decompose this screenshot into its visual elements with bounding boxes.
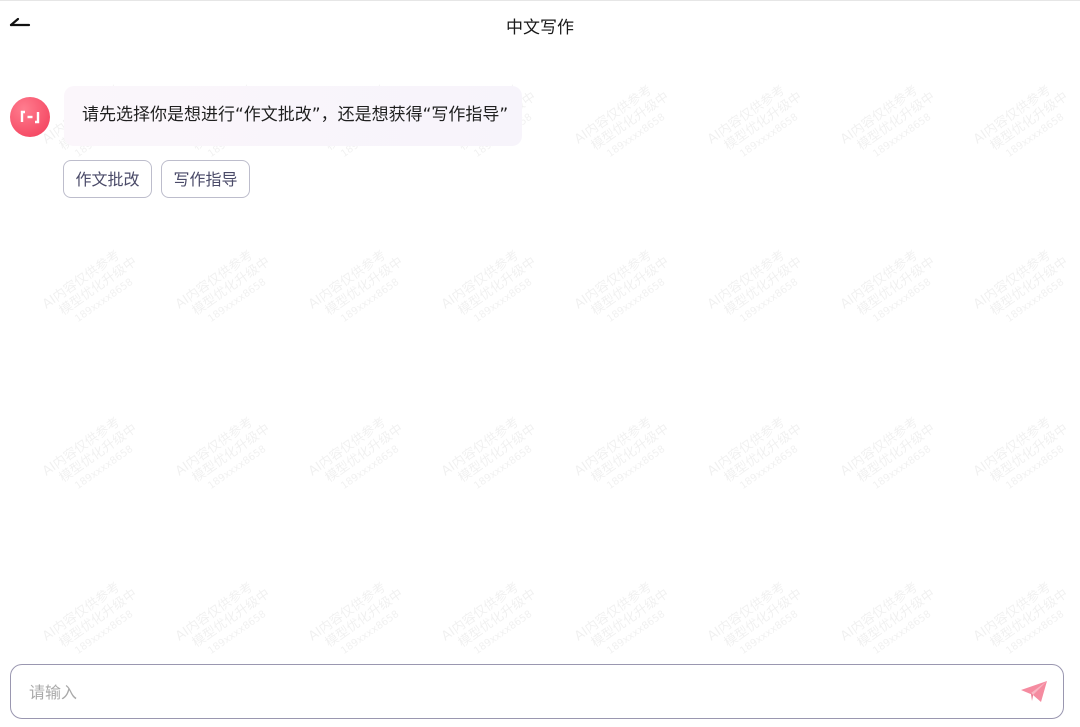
watermark-text: AI内容仅供参考模型优化升级中189xxxx8658 <box>173 579 273 657</box>
watermark-text: AI内容仅供参考模型优化升级中189xxxx8658 <box>306 414 406 492</box>
watermark-text: AI内容仅供参考模型优化升级中189xxxx8658 <box>306 579 406 657</box>
watermark-text: AI内容仅供参考模型优化升级中189xxxx8658 <box>838 579 938 657</box>
app-window: AI内容仅供参考 模型优化升级中 189xxxx8658 AI内容仅供参考 模型优化升级… <box>0 0 1080 727</box>
watermark-text: AI内容仅供参考模型优化升级中189xxxx8658 <box>838 82 938 160</box>
bracket-logo-icon <box>20 110 40 124</box>
watermark-text: AI内容仅供参考模型优化升级中189xxxx8658 <box>705 82 805 160</box>
watermark-text: AI内容仅供参考模型优化升级中189xxxx8658 <box>439 579 539 657</box>
watermark-text: AI内容仅供参考模型优化升级中189xxxx8658 <box>572 82 672 160</box>
watermark-text: AI内容仅供参考模型优化升级中189xxxx8658 <box>40 247 140 325</box>
watermark-text: AI内容仅供参考模型优化升级中189xxxx8658 <box>40 579 140 657</box>
quick-reply-options: 作文批改 写作指导 <box>63 160 250 198</box>
watermark-text: AI内容仅供参考模型优化升级中189xxxx8658 <box>705 414 805 492</box>
watermark-text: AI内容仅供参考模型优化升级中189xxxx8658 <box>572 414 672 492</box>
bot-avatar <box>10 97 50 137</box>
option-writing-guidance-button[interactable]: 写作指导 <box>161 160 250 198</box>
watermark-text: AI内容仅供参考模型优化升级中189xxxx8658 <box>439 414 539 492</box>
watermark-text: AI内容仅供参考模型优化升级中189xxxx8658 <box>838 414 938 492</box>
watermark-text: AI内容仅供参考模型优化升级中189xxxx8658 <box>971 414 1071 492</box>
watermark-text: AI内容仅供参考模型优化升级中189xxxx8658 <box>173 414 273 492</box>
option-essay-correction-button[interactable]: 作文批改 <box>63 160 152 198</box>
watermark-text: AI内容仅供参考模型优化升级中189xxxx8658 <box>971 579 1071 657</box>
watermark-text: AI内容仅供参考模型优化升级中189xxxx8658 <box>40 414 140 492</box>
bot-message-bubble: 请先选择你是想进行“作文批改”，还是想获得“写作指导” <box>64 86 522 146</box>
watermark-text: AI内容仅供参考模型优化升级中189xxxx8658 <box>572 579 672 657</box>
paper-plane-icon <box>1021 681 1047 702</box>
watermark-text: AI内容仅供参考模型优化升级中189xxxx8658 <box>705 579 805 657</box>
header: 中文写作 <box>0 0 1080 48</box>
send-button[interactable] <box>1019 678 1049 706</box>
watermark-text: AI内容仅供参考模型优化升级中189xxxx8658 <box>439 247 539 325</box>
chat-input-box <box>10 664 1064 720</box>
watermark-text: AI内容仅供参考模型优化升级中189xxxx8658 <box>173 247 273 325</box>
watermark-text: AI内容仅供参考模型优化升级中189xxxx8658 <box>971 247 1071 325</box>
chat-input[interactable] <box>27 665 1011 720</box>
watermark-text: AI内容仅供参考模型优化升级中189xxxx8658 <box>971 82 1071 160</box>
watermark-text: AI内容仅供参考模型优化升级中189xxxx8658 <box>572 247 672 325</box>
page-title: 中文写作 <box>506 18 574 38</box>
watermark-text: AI内容仅供参考模型优化升级中189xxxx8658 <box>705 247 805 325</box>
watermark-text: AI内容仅供参考模型优化升级中189xxxx8658 <box>306 247 406 325</box>
watermark-text: AI内容仅供参考模型优化升级中189xxxx8658 <box>838 247 938 325</box>
